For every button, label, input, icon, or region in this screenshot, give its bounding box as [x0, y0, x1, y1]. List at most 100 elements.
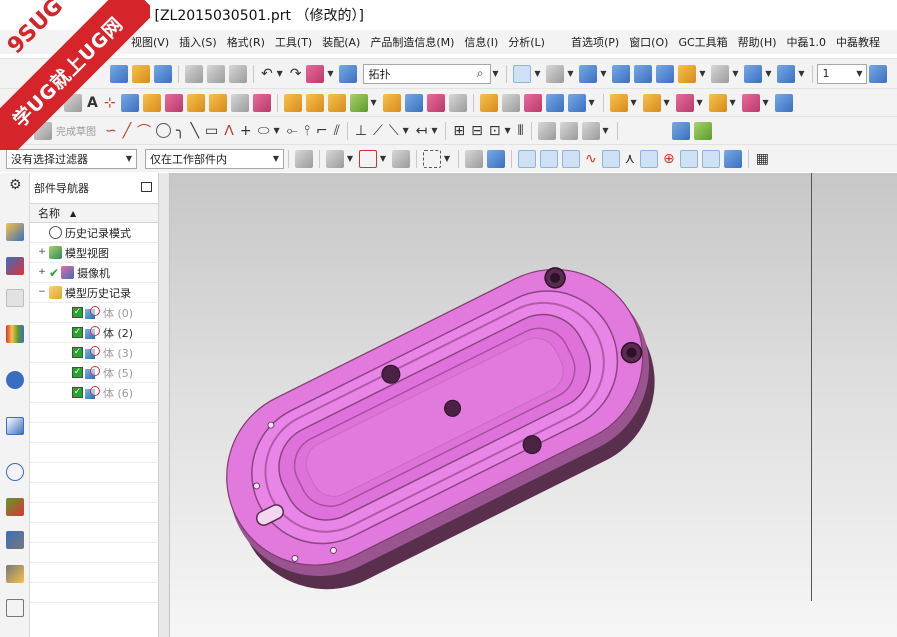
- visibility-checkbox[interactable]: ✓: [72, 367, 83, 378]
- delete-face-icon[interactable]: [642, 93, 661, 112]
- existing-point-snap-icon[interactable]: [679, 149, 698, 168]
- sketch-icon[interactable]: [64, 93, 82, 112]
- snap-point-toggle-icon[interactable]: [518, 149, 536, 168]
- iso-view-icon[interactable]: [612, 64, 631, 83]
- orient-wcs-icon[interactable]: [777, 64, 796, 83]
- boss-icon[interactable]: [208, 93, 227, 112]
- inferred-constraints-icon[interactable]: [537, 121, 556, 140]
- menu-view[interactable]: 视图(V): [126, 34, 174, 50]
- move-face-icon[interactable]: [545, 93, 564, 112]
- polygon-icon[interactable]: ⴷ: [224, 123, 234, 139]
- menu-assembly[interactable]: 装配(A): [317, 34, 365, 50]
- point-on-face-snap-icon[interactable]: [723, 149, 742, 168]
- process-studio-icon[interactable]: [6, 531, 24, 549]
- tree-node-body[interactable]: ✓ 体 (3): [30, 343, 158, 363]
- arc-center-snap-icon[interactable]: [640, 149, 658, 168]
- pad-icon[interactable]: [252, 93, 271, 112]
- part-navigator-icon[interactable]: [6, 289, 24, 307]
- chamfer-icon[interactable]: [404, 93, 423, 112]
- collapse-icon[interactable]: −: [38, 288, 46, 297]
- pattern-face-icon[interactable]: [741, 93, 760, 112]
- assembly-navigator-icon[interactable]: [6, 223, 24, 241]
- expand-icon[interactable]: +: [38, 248, 46, 257]
- undo-icon[interactable]: ↶: [261, 66, 273, 82]
- sketch-relations-icon[interactable]: ⊞: [453, 123, 465, 139]
- create-inferred-icon[interactable]: [559, 121, 578, 140]
- resource-bar-icon[interactable]: [671, 121, 690, 140]
- name-column-header[interactable]: 名称 ▲: [30, 203, 158, 223]
- menu-gc-toolkit[interactable]: GC工具箱: [673, 34, 732, 50]
- general-selection-filter-icon[interactable]: [295, 149, 313, 168]
- mirror-feature-icon[interactable]: [349, 93, 368, 112]
- menu-analysis[interactable]: 分析(L): [503, 34, 550, 50]
- point-on-curve-snap-icon[interactable]: [701, 149, 720, 168]
- finish-sketch-label[interactable]: 完成草图: [56, 123, 96, 138]
- text-icon[interactable]: A: [87, 95, 98, 111]
- geometric-constraint-icon[interactable]: ⊥: [355, 123, 367, 139]
- datum-csys-icon[interactable]: ⊹: [104, 95, 116, 111]
- make-corner-icon[interactable]: ⌐: [316, 123, 328, 139]
- tree-node-model-history[interactable]: − 模型历史记录: [30, 283, 158, 303]
- rectangle-icon[interactable]: ▭: [205, 123, 218, 139]
- roles-icon[interactable]: [6, 599, 24, 617]
- shaded-icon[interactable]: [546, 64, 565, 83]
- command-search-input[interactable]: 拓扑 ⌕: [363, 63, 492, 84]
- select-face-icon[interactable]: [465, 149, 483, 168]
- replace-face-icon[interactable]: [567, 93, 586, 112]
- ribbon-toggle-icon[interactable]: [693, 121, 712, 140]
- quick-trim-icon[interactable]: ⟜: [287, 123, 298, 139]
- menu-preferences[interactable]: 首选项(P): [566, 34, 624, 50]
- dimension-icon[interactable]: ↤: [416, 123, 428, 139]
- type-filter-select[interactable]: 没有选择过滤器 ▼: [6, 148, 137, 169]
- constraint-navigator-icon[interactable]: [6, 257, 24, 275]
- color-swatch-icon[interactable]: [711, 64, 730, 83]
- edge-blend-icon[interactable]: [382, 93, 401, 112]
- reuse-library-icon[interactable]: [6, 325, 24, 343]
- hd3d-tools-icon[interactable]: [6, 371, 24, 389]
- grid-snap-icon[interactable]: ▦: [756, 151, 769, 167]
- quadrant-snap-icon[interactable]: ⊕: [663, 151, 675, 167]
- animate-dimension-icon[interactable]: ⫴: [518, 123, 524, 139]
- save-icon[interactable]: [154, 64, 172, 83]
- allow-selection-icon[interactable]: [392, 149, 410, 168]
- tree-node-history-mode[interactable]: 历史记录模式: [30, 223, 158, 243]
- wire-view-icon[interactable]: [634, 64, 653, 83]
- feature-selection-icon[interactable]: [359, 149, 377, 168]
- finish-sketch-icon[interactable]: [34, 121, 52, 140]
- tree-node-body[interactable]: ✓ 体 (2): [30, 323, 158, 343]
- render-style-icon[interactable]: [513, 64, 532, 83]
- more-tools-icon[interactable]: [774, 93, 793, 112]
- section-view-icon[interactable]: [656, 64, 675, 83]
- fillet-icon[interactable]: ╮: [176, 123, 184, 139]
- part-model[interactable]: [170, 173, 897, 637]
- revolve-icon[interactable]: [164, 93, 183, 112]
- menu-pmi[interactable]: 产品制造信息(M): [365, 34, 459, 50]
- visibility-checkbox[interactable]: ✓: [72, 307, 83, 318]
- web-browser-icon[interactable]: [6, 417, 24, 435]
- trim-body-icon[interactable]: [501, 93, 520, 112]
- continuous-auto-dim-icon[interactable]: [581, 121, 600, 140]
- profile-icon[interactable]: ∽: [105, 123, 117, 139]
- menu-help[interactable]: 帮助(H): [733, 34, 782, 50]
- menu-window[interactable]: 窗口(O): [624, 34, 673, 50]
- cut-icon[interactable]: [185, 64, 203, 83]
- menu-zhonglei[interactable]: 中磊1.0: [782, 34, 832, 50]
- manufacturing-wizard-icon[interactable]: [6, 565, 24, 583]
- intersection-snap-icon[interactable]: ⋏: [625, 151, 635, 167]
- resize-blend-icon[interactable]: [675, 93, 694, 112]
- offset-face-icon[interactable]: [479, 93, 498, 112]
- wcs-icon[interactable]: [744, 64, 763, 83]
- work-layer-select[interactable]: 1 ▼: [817, 63, 868, 84]
- unite-icon[interactable]: [283, 93, 302, 112]
- graphics-window[interactable]: [170, 173, 897, 637]
- system-materials-icon[interactable]: [6, 498, 24, 516]
- circle-icon[interactable]: [156, 123, 172, 138]
- selection-scope-select[interactable]: 仅在工作部件内 ▼: [145, 148, 284, 169]
- layer-manager-icon[interactable]: [869, 64, 888, 83]
- visibility-checkbox[interactable]: ✓: [72, 387, 83, 398]
- shell-icon[interactable]: [426, 93, 445, 112]
- menu-zhonglei-tutorial[interactable]: 中磊教程: [831, 34, 885, 50]
- find-icon[interactable]: [339, 64, 358, 83]
- quick-extend-icon[interactable]: ⫯: [304, 123, 310, 139]
- subtract-icon[interactable]: [305, 93, 324, 112]
